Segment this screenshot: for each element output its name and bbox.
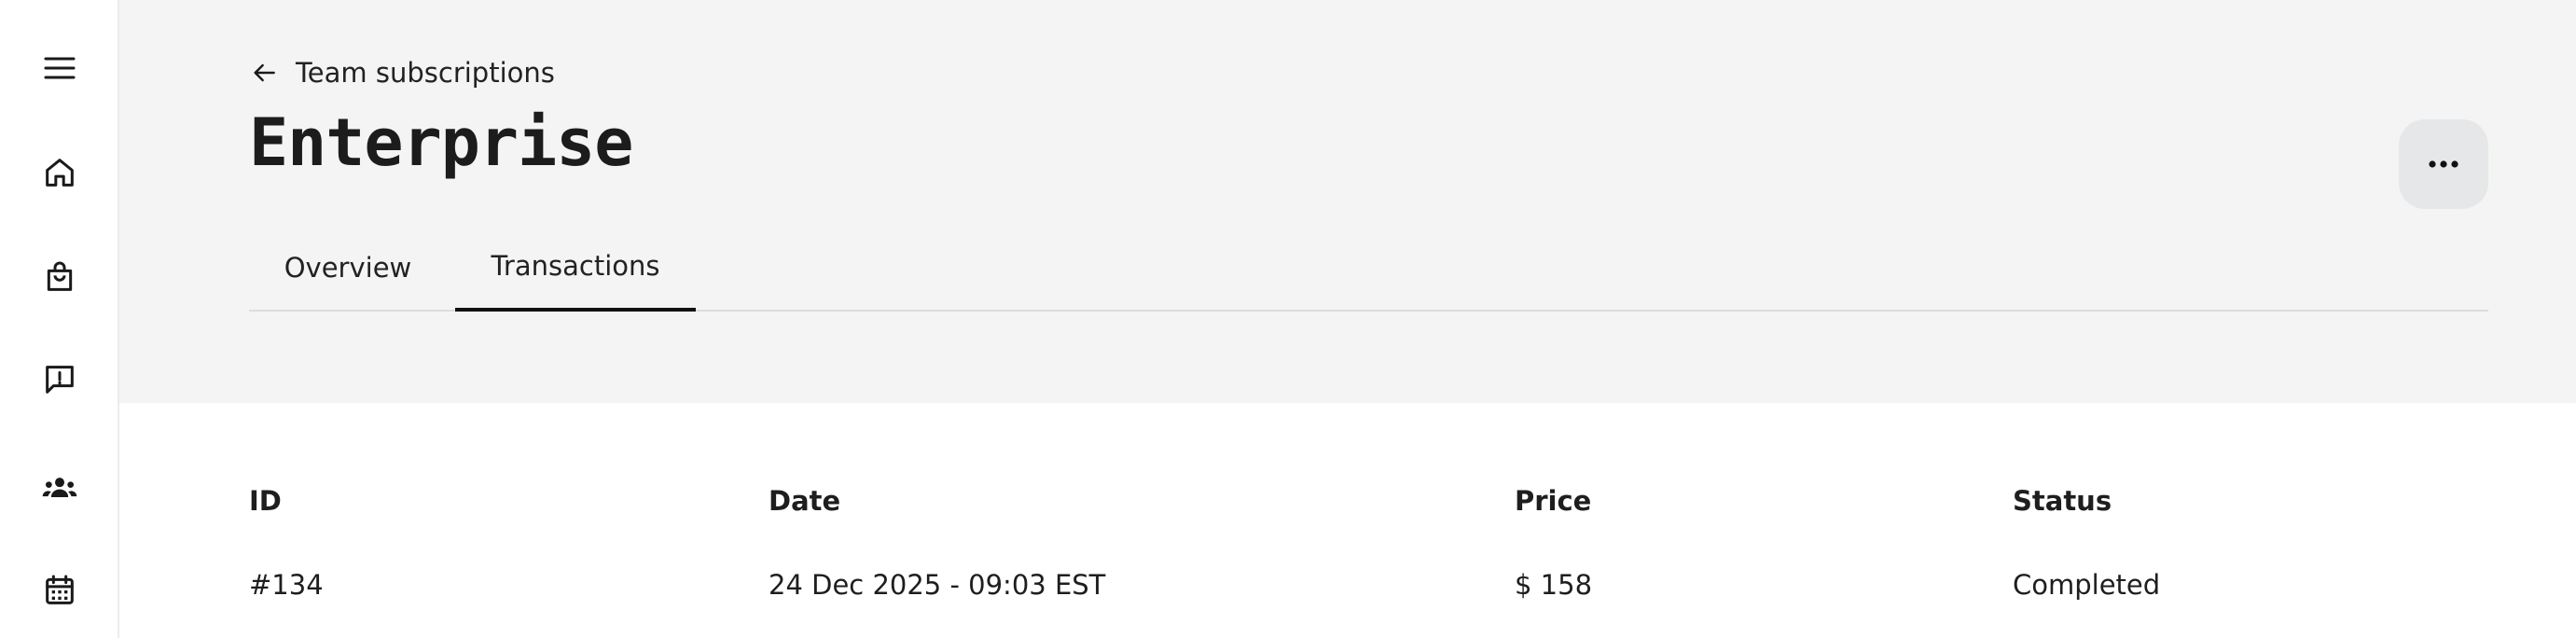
tab-overview[interactable]: Overview <box>249 224 447 312</box>
page-title: Enterprise <box>249 104 633 181</box>
column-header-date: Date <box>769 485 841 517</box>
calendar-icon[interactable] <box>32 562 88 618</box>
cell-price: $ 158 <box>1515 569 1593 601</box>
more-options-button[interactable] <box>2399 119 2488 209</box>
feedback-icon[interactable] <box>32 352 88 408</box>
tab-bar: Overview Transactions <box>249 224 2488 312</box>
tab-transactions[interactable]: Transactions <box>455 224 696 312</box>
arrow-left-icon <box>254 63 275 82</box>
sidebar <box>0 0 119 638</box>
shopping-bag-icon[interactable] <box>32 249 88 305</box>
column-header-price: Price <box>1515 485 1592 517</box>
column-header-id: ID <box>249 485 282 517</box>
cell-id: #134 <box>249 569 324 601</box>
more-horizontal-icon <box>2429 160 2458 168</box>
back-link[interactable]: Team subscriptions <box>249 50 555 95</box>
back-link-label: Team subscriptions <box>296 57 555 89</box>
cell-date: 24 Dec 2025 - 09:03 EST <box>769 569 1106 601</box>
home-icon[interactable] <box>32 145 88 201</box>
team-icon[interactable] <box>32 460 88 516</box>
column-header-status: Status <box>2013 485 2112 517</box>
cell-status: Completed <box>2013 569 2161 601</box>
menu-icon[interactable] <box>32 40 88 96</box>
